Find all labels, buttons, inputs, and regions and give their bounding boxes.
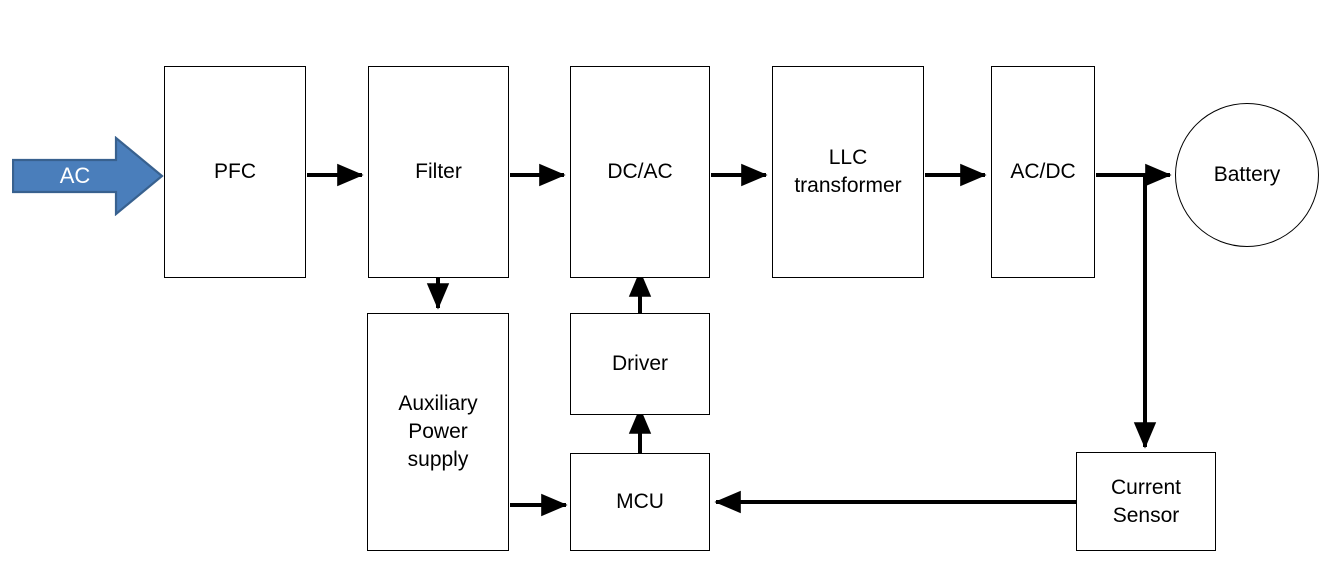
ac-arrow-shape — [11, 135, 164, 217]
block-pfc-label: PFC — [214, 160, 256, 184]
block-auxiliary-power-supply[interactable]: Auxiliary Power supply — [367, 313, 509, 551]
block-battery-label: Battery — [1213, 163, 1281, 187]
block-llc-transformer[interactable]: LLC transformer — [772, 66, 924, 278]
block-auxiliary-power-supply-label: Auxiliary Power supply — [398, 392, 478, 471]
block-filter-label: Filter — [415, 160, 462, 184]
block-driver[interactable]: Driver — [570, 313, 710, 415]
block-ac-dc-label: AC/DC — [1010, 160, 1076, 184]
block-current-sensor-label: Current Sensor — [1110, 475, 1182, 527]
block-mcu-label: MCU — [616, 490, 664, 514]
block-pfc[interactable]: PFC — [164, 66, 306, 278]
block-driver-label: Driver — [612, 352, 668, 376]
block-dc-ac[interactable]: DC/AC — [570, 66, 710, 278]
block-mcu[interactable]: MCU — [570, 453, 710, 551]
block-current-sensor[interactable]: Current Sensor — [1076, 452, 1216, 551]
ac-source-arrow: AC — [11, 135, 164, 217]
block-llc-transformer-label: LLC transformer — [794, 146, 902, 197]
block-diagram: AC PFC Filter DC/AC LLC transformer AC/D… — [0, 0, 1335, 574]
block-ac-dc[interactable]: AC/DC — [991, 66, 1095, 278]
block-filter[interactable]: Filter — [368, 66, 509, 278]
block-dc-ac-label: DC/AC — [607, 160, 673, 184]
block-battery[interactable]: Battery — [1175, 103, 1319, 247]
